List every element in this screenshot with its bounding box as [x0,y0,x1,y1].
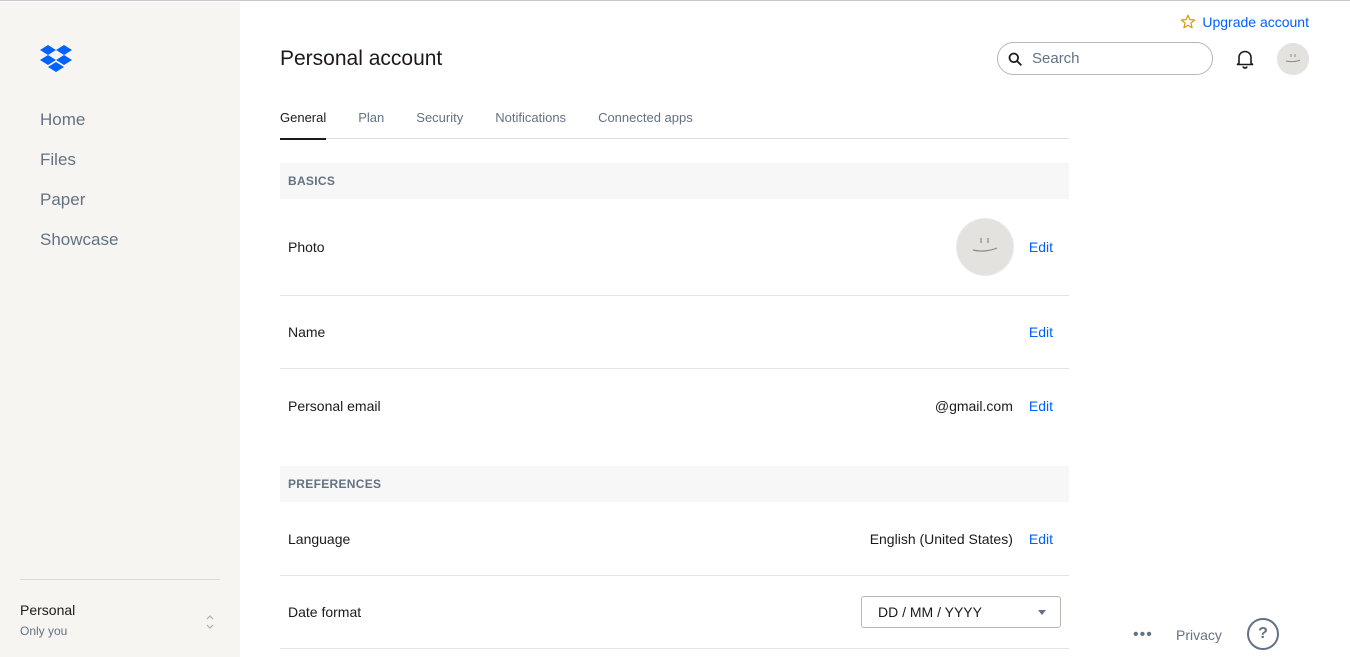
avatar-face-icon [1277,43,1309,75]
date-format-select[interactable]: DD / MM / YYYY [861,596,1061,628]
name-label: Name [288,324,326,340]
privacy-link[interactable]: Privacy [1176,627,1222,643]
sidebar-divider [20,579,220,580]
star-icon [1181,14,1196,29]
edit-email-button[interactable]: Edit [1029,398,1053,414]
tab-security[interactable]: Security [416,105,463,139]
page-title: Personal account [280,47,443,70]
photo-label: Photo [288,239,325,255]
sidebar-item-showcase[interactable]: Showcase [40,228,118,268]
edit-language-button[interactable]: Edit [1029,531,1053,547]
language-label: Language [288,530,351,547]
avatar-face-icon [956,219,1013,275]
upgrade-account-label: Upgrade account [1202,14,1309,30]
email-row: Personal email @gmail.com Edit [280,369,1069,443]
date-format-row: Date format DD / MM / YYYY [280,576,1069,649]
date-format-value: DD / MM / YYYY [878,604,982,620]
preferences-section: PREFERENCES Language English (United Sta… [280,466,1069,649]
basics-section: BASICS Photo Edit Name Edit Personal ema… [280,163,1069,443]
preferences-header: PREFERENCES [280,466,1069,502]
edit-name-button[interactable]: Edit [1029,324,1053,340]
search-icon [1008,52,1022,66]
caret-down-icon [1038,610,1046,615]
account-switcher[interactable]: Personal Only you [20,602,220,646]
edit-photo-button[interactable]: Edit [1029,239,1053,255]
tab-connected-apps[interactable]: Connected apps [598,105,693,139]
sidebar-item-paper[interactable]: Paper [40,188,118,228]
email-value: @gmail.com [934,398,1013,414]
language-value: English (United States) [869,530,1013,547]
more-options-button[interactable]: ••• [1133,626,1153,644]
notification-bell-icon[interactable] [1234,48,1256,70]
sidebar-nav: Home Files Paper Showcase [40,108,118,268]
up-down-chevron-icon [206,615,214,629]
account-tabs: General Plan Security Notifications Conn… [280,105,1069,140]
email-label: Personal email [288,398,381,414]
user-avatar[interactable] [1277,43,1309,75]
tab-plan[interactable]: Plan [358,105,384,139]
account-name: Personal [20,602,76,618]
sidebar-item-home[interactable]: Home [40,108,118,148]
upgrade-account-link[interactable]: Upgrade account [1180,14,1309,30]
sidebar-item-files[interactable]: Files [40,148,118,188]
profile-photo [956,219,1013,275]
help-icon: ? [1258,625,1268,642]
dropbox-logo-icon[interactable] [40,44,72,74]
language-row: Language English (United States) Edit [280,502,1069,576]
account-subtitle: Only you [20,624,68,638]
search-input[interactable] [1032,50,1202,67]
name-row: Name Edit [280,296,1069,369]
tab-general[interactable]: General [280,105,327,140]
help-button[interactable]: ? [1247,618,1279,650]
basics-header: BASICS [280,163,1069,199]
search-box[interactable] [997,42,1213,75]
sidebar: Home Files Paper Showcase Personal Only … [0,2,240,657]
tab-notifications[interactable]: Notifications [495,105,566,139]
photo-row: Photo Edit [280,199,1069,296]
